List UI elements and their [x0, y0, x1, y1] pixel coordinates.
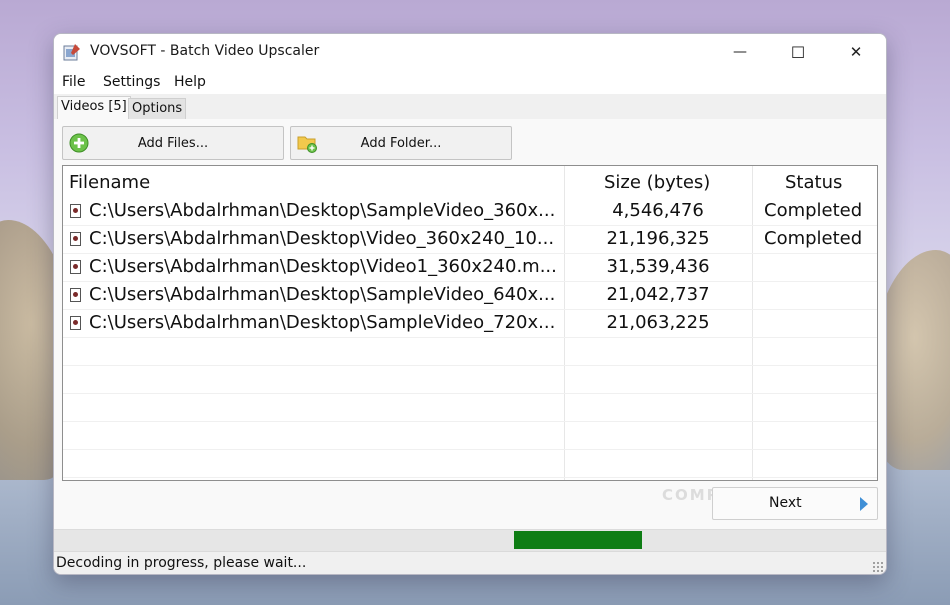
minimize-icon: — — [733, 44, 747, 60]
row-filename: C:\Users\Abdalrhman\Desktop\Video_360x24… — [89, 228, 555, 249]
row-size: 31,539,436 — [606, 256, 710, 277]
tab-videos[interactable]: Videos [5] — [57, 96, 131, 120]
close-button[interactable]: ✕ — [827, 34, 885, 70]
maximize-icon: ☐ — [790, 42, 806, 62]
menu-settings[interactable]: Settings — [103, 74, 160, 90]
row-size: 21,042,737 — [606, 284, 710, 305]
row-filename: C:\Users\Abdalrhman\Desktop\SampleVideo_… — [89, 200, 556, 221]
table-row[interactable]: C:\Users\Abdalrhman\Desktop\Video1_360x2… — [63, 253, 877, 282]
column-header-size[interactable]: Size (bytes) — [604, 172, 710, 193]
row-size: 21,063,225 — [606, 312, 710, 333]
table-row[interactable]: C:\Users\Abdalrhman\Desktop\SampleVideo_… — [63, 309, 877, 338]
column-header-status[interactable]: Status — [785, 172, 842, 193]
row-filename: C:\Users\Abdalrhman\Desktop\SampleVideo_… — [89, 312, 556, 333]
table-row[interactable]: C:\Users\Abdalrhman\Desktop\Video_360x24… — [63, 225, 877, 254]
video-list[interactable]: Filename Size (bytes) Status C:\Users\Ab… — [62, 165, 878, 481]
close-icon: ✕ — [849, 43, 863, 61]
row-filename: C:\Users\Abdalrhman\Desktop\Video1_360x2… — [89, 256, 557, 277]
add-folder-label: Add Folder... — [360, 135, 442, 151]
add-folder-button[interactable]: Add Folder... — [290, 126, 512, 160]
empty-row — [63, 337, 877, 366]
row-filename: C:\Users\Abdalrhman\Desktop\SampleVideo_… — [89, 284, 556, 305]
add-files-label: Add Files... — [137, 135, 209, 151]
maximize-button[interactable]: ☐ — [769, 34, 827, 70]
window-title: VOVSOFT - Batch Video Upscaler — [90, 43, 320, 59]
list-header: Filename Size (bytes) Status — [63, 166, 877, 197]
minimize-button[interactable]: — — [711, 34, 769, 70]
menu-bar: File Settings Help — [54, 70, 886, 94]
row-status: Completed — [764, 200, 863, 221]
video-file-icon — [70, 260, 81, 274]
table-row[interactable]: C:\Users\Abdalrhman\Desktop\SampleVideo_… — [63, 197, 877, 226]
video-file-icon — [70, 316, 81, 330]
progress-bar — [56, 531, 882, 549]
empty-row — [63, 421, 877, 450]
status-bar: Decoding in progress, please wait... — [54, 551, 886, 574]
video-file-icon — [70, 232, 81, 246]
row-size: 4,546,476 — [612, 200, 704, 221]
next-label: Next — [769, 495, 802, 511]
menu-file[interactable]: File — [62, 74, 85, 90]
empty-row — [63, 365, 877, 394]
status-text: Decoding in progress, please wait... — [56, 555, 307, 571]
app-window: VOVSOFT - Batch Video Upscaler — ☐ ✕ Fil… — [53, 33, 887, 575]
video-file-icon — [70, 204, 81, 218]
progress-bar-area — [54, 529, 886, 552]
add-files-button[interactable]: Add Files... — [62, 126, 284, 160]
app-icon — [63, 44, 80, 61]
progress-fill — [514, 531, 643, 549]
empty-row — [63, 449, 877, 478]
table-row[interactable]: C:\Users\Abdalrhman\Desktop\SampleVideo_… — [63, 281, 877, 310]
resize-grip-icon[interactable] — [872, 561, 884, 573]
empty-row — [63, 393, 877, 422]
column-header-filename[interactable]: Filename — [69, 172, 150, 193]
arrow-right-icon — [860, 497, 868, 511]
next-button[interactable]: Next — [712, 487, 878, 520]
row-size: 21,196,325 — [606, 228, 710, 249]
video-file-icon — [70, 288, 81, 302]
title-bar[interactable]: VOVSOFT - Batch Video Upscaler — ☐ ✕ — [54, 34, 886, 70]
row-status: Completed — [764, 228, 863, 249]
menu-help[interactable]: Help — [174, 74, 206, 90]
tab-strip: Videos [5] Options — [54, 94, 886, 122]
